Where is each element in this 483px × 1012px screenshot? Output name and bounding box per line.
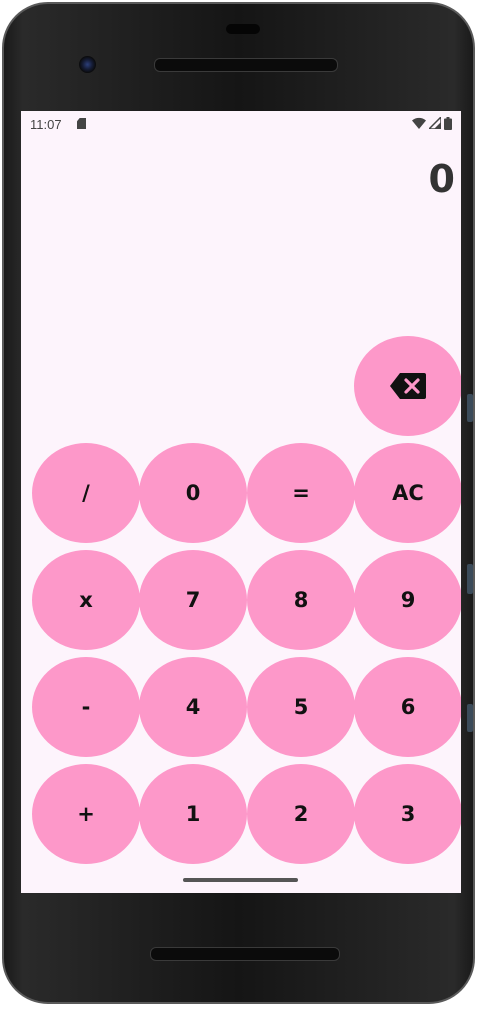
digit-6-button[interactable]: 6 bbox=[354, 657, 461, 757]
signal-icon bbox=[429, 117, 441, 129]
digit-4-button[interactable]: 4 bbox=[139, 657, 247, 757]
equals-button[interactable]: = bbox=[247, 443, 355, 543]
power-button bbox=[467, 564, 473, 594]
digit-1-button[interactable]: 1 bbox=[139, 764, 247, 864]
digit-2-button[interactable]: 2 bbox=[247, 764, 355, 864]
gesture-nav-handle[interactable] bbox=[183, 878, 298, 882]
digit-0-button[interactable]: 0 bbox=[139, 443, 247, 543]
volume-button bbox=[467, 394, 473, 422]
digit-8-button[interactable]: 8 bbox=[247, 550, 355, 650]
status-time: 11:07 bbox=[30, 117, 62, 132]
side-button bbox=[467, 704, 473, 732]
multiply-button[interactable]: x bbox=[32, 550, 140, 650]
wifi-icon bbox=[412, 117, 426, 129]
app-screen: 11:07 0 / 0 = AC x 7 8 9 - 4 5 6 + 1 2 3 bbox=[21, 111, 461, 893]
result-display: 0 bbox=[428, 157, 455, 201]
digit-5-button[interactable]: 5 bbox=[247, 657, 355, 757]
backspace-button[interactable] bbox=[354, 336, 461, 436]
digit-9-button[interactable]: 9 bbox=[354, 550, 461, 650]
subtract-button[interactable]: - bbox=[32, 657, 140, 757]
add-button[interactable]: + bbox=[32, 764, 140, 864]
status-icons bbox=[412, 116, 452, 130]
digit-3-button[interactable]: 3 bbox=[354, 764, 461, 864]
digit-7-button[interactable]: 7 bbox=[139, 550, 247, 650]
status-bar: 11:07 bbox=[21, 111, 461, 137]
all-clear-button[interactable]: AC bbox=[354, 443, 461, 543]
earpiece bbox=[226, 24, 260, 34]
divide-button[interactable]: / bbox=[32, 443, 140, 543]
backspace-icon bbox=[390, 373, 426, 399]
battery-icon bbox=[444, 116, 452, 130]
sd-card-icon bbox=[77, 118, 86, 129]
bottom-speaker bbox=[150, 947, 340, 961]
front-camera bbox=[79, 56, 96, 73]
top-speaker bbox=[154, 58, 338, 72]
